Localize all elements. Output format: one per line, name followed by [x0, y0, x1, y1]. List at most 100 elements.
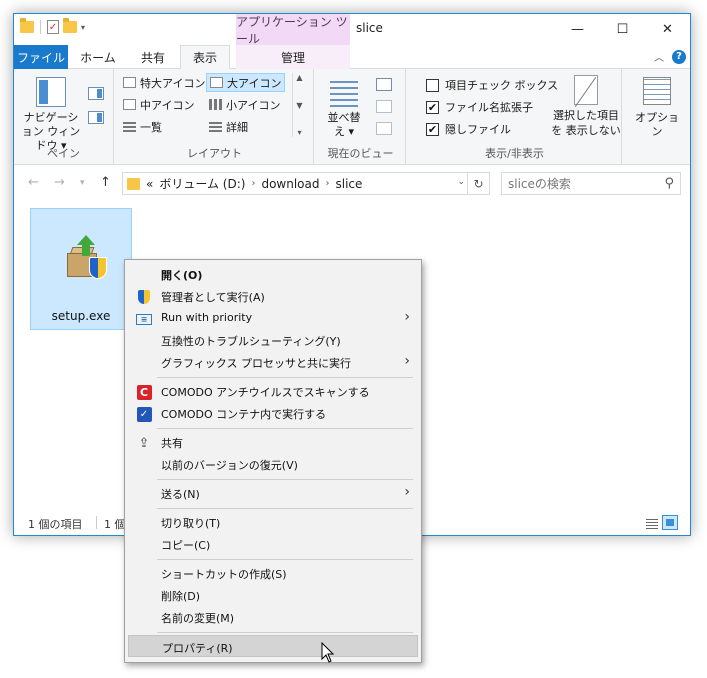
checkbox-label: 隠しファイル	[445, 123, 511, 136]
group-label-pane: ペイン	[47, 147, 80, 160]
back-arrow-icon[interactable]: ←	[28, 175, 39, 190]
tab-file[interactable]: ファイル	[14, 45, 68, 69]
size-columns-button[interactable]	[372, 119, 396, 137]
sort-label: 並べ替え ▾	[327, 111, 361, 138]
group-by-icon	[376, 77, 392, 91]
menu-separator	[157, 632, 413, 633]
minimize-button[interactable]: —	[555, 14, 600, 44]
layout-large-icons[interactable]: 大アイコン	[206, 73, 286, 92]
menu-item-run-with-priority[interactable]: ≡ Run with priority ›	[128, 307, 418, 329]
maximize-button[interactable]: ☐	[600, 14, 645, 44]
navigation-pane-icon	[36, 77, 66, 107]
hide-selected-label: 選択した項目を 表示しない	[551, 109, 621, 137]
layout-small-icons[interactable]: 小アイコン	[206, 95, 283, 114]
group-by-button[interactable]	[372, 75, 396, 93]
close-button[interactable]: ✕	[645, 14, 690, 44]
menu-item-run-as-admin[interactable]: 管理者として実行(A)	[128, 285, 418, 307]
details-pane-icon[interactable]	[88, 111, 104, 124]
menu-item-cut[interactable]: 切り取り(T)	[128, 511, 418, 533]
menu-item-create-shortcut[interactable]: ショートカットの作成(S)	[128, 562, 418, 584]
layout-item-label: 中アイコン	[140, 98, 195, 112]
checkbox-checked[interactable]: ✔	[426, 100, 439, 114]
breadcrumb-separator-icon[interactable]: ›	[325, 178, 329, 189]
address-bar[interactable]: « ボリューム (D:) › download › slice ⌄ ↻	[122, 172, 490, 195]
menu-item-properties[interactable]: プロパティ(R)	[128, 635, 418, 657]
qat-customize-icon[interactable]: ▾	[81, 23, 85, 32]
options-button[interactable]: オプション	[630, 77, 684, 139]
forward-arrow-icon[interactable]: →	[54, 175, 65, 190]
file-name: setup.exe	[51, 309, 111, 323]
address-row: ← → ▾ ↑ « ボリューム (D:) › download › slice …	[14, 169, 690, 197]
file-item-setup[interactable]: setup.exe	[30, 208, 132, 330]
context-tab-title: アプリケーション ツール	[236, 14, 350, 46]
tab-share[interactable]: 共有	[126, 45, 180, 69]
menu-item-rename[interactable]: 名前の変更(M)	[128, 606, 418, 628]
navigation-pane-button[interactable]: ナビゲーション ウィンドウ ▾	[20, 77, 82, 153]
menu-item-delete[interactable]: 削除(D)	[128, 584, 418, 606]
properties-icon[interactable]: ✓	[47, 20, 59, 34]
tab-manage[interactable]: 管理	[236, 45, 350, 69]
breadcrumb-separator-icon[interactable]: ›	[251, 178, 255, 189]
layout-extra-large-icons[interactable]: 特大アイコン	[120, 73, 208, 92]
menu-item-troubleshoot-compat[interactable]: 互換性のトラブルシューティング(Y)	[128, 329, 418, 351]
search-icon[interactable]: ⚲	[664, 176, 674, 191]
menu-item-comodo-scan[interactable]: C COMODO アンチウイルスでスキャンする	[128, 380, 418, 402]
breadcrumb-volume[interactable]: ボリューム (D:)	[159, 175, 245, 192]
gallery-more-icon[interactable]: ▾	[297, 128, 301, 137]
tab-view[interactable]: 表示	[180, 45, 230, 70]
refresh-icon[interactable]: ↻	[467, 173, 489, 194]
address-history-icon[interactable]: ⌄	[457, 177, 465, 187]
menu-item-restore-previous[interactable]: 以前のバージョンの復元(V)	[128, 453, 418, 475]
sort-by-button[interactable]: 並べ替え ▾	[324, 77, 364, 139]
menu-item-label: 切り取り(T)	[161, 517, 221, 530]
comodo-antivirus-icon: C	[136, 384, 152, 400]
menu-item-run-with-gpu[interactable]: グラフィックス プロセッサと共に実行 ›	[128, 351, 418, 373]
breadcrumb-slice[interactable]: slice	[335, 177, 362, 191]
medium-icons-icon	[123, 99, 136, 110]
gallery-up-icon[interactable]: ▲	[296, 73, 302, 82]
preview-pane-icon[interactable]	[88, 87, 104, 100]
menu-item-label: グラフィックス プロセッサと共に実行	[161, 357, 351, 370]
menu-item-label: コピー(C)	[161, 539, 211, 552]
layout-list[interactable]: 一覧	[120, 117, 165, 136]
group-show-hide: 項目チェック ボックス ✔ ファイル名拡張子 ✔ 隠しファイル 選択した項目を …	[408, 69, 622, 165]
add-columns-icon	[376, 99, 392, 113]
layout-gallery-scroll[interactable]: ▲ ▼ ▾	[292, 73, 306, 137]
gallery-down-icon[interactable]: ▼	[296, 101, 302, 110]
up-arrow-icon[interactable]: ↑	[100, 175, 111, 190]
item-checkboxes-toggle[interactable]: 項目チェック ボックス	[426, 75, 558, 95]
layout-medium-icons[interactable]: 中アイコン	[120, 95, 197, 114]
menu-item-open[interactable]: 開く(O)	[128, 263, 418, 285]
recent-locations-icon[interactable]: ▾	[80, 178, 85, 188]
ribbon: ナビゲーション ウィンドウ ▾ ペイン 特大アイコン 大アイコン 中アイコン 小…	[14, 69, 690, 165]
menu-item-label: COMODO アンチウイルスでスキャンする	[161, 386, 370, 399]
small-icons-icon	[209, 99, 222, 110]
file-extensions-toggle[interactable]: ✔ ファイル名拡張子	[426, 97, 533, 117]
tab-bar-right: ︿ ?	[654, 49, 686, 64]
help-icon[interactable]: ?	[672, 49, 686, 64]
add-columns-button[interactable]	[372, 97, 396, 115]
hide-selected-items-button[interactable]: 選択した項目を 表示しない	[550, 75, 622, 138]
breadcrumb-overflow[interactable]: «	[146, 177, 153, 191]
new-folder-icon[interactable]	[63, 18, 77, 33]
search-input[interactable]: sliceの検索 ⚲	[501, 172, 681, 195]
layout-details[interactable]: 詳細	[206, 117, 251, 136]
layout-item-label: 大アイコン	[227, 76, 282, 90]
checkbox-unchecked[interactable]	[426, 78, 439, 92]
large-icons-view-icon[interactable]	[662, 515, 678, 530]
status-item-count: 1 個の項目	[28, 518, 83, 531]
menu-item-send-to[interactable]: 送る(N) ›	[128, 482, 418, 504]
details-view-icon[interactable]	[644, 515, 660, 530]
collapse-ribbon-icon[interactable]: ︿	[654, 49, 664, 64]
menu-item-label: 共有	[161, 437, 183, 450]
checkbox-checked[interactable]: ✔	[426, 122, 439, 136]
menu-item-share[interactable]: ⇪ 共有	[128, 431, 418, 453]
breadcrumb-download[interactable]: download	[261, 177, 319, 191]
submenu-arrow-icon: ›	[404, 484, 410, 500]
menu-item-comodo-container[interactable]: ✓ COMODO コンテナ内で実行する	[128, 402, 418, 424]
menu-item-label: COMODO コンテナ内で実行する	[161, 408, 327, 421]
tab-home[interactable]: ホーム	[70, 45, 126, 69]
hidden-items-toggle[interactable]: ✔ 隠しファイル	[426, 119, 511, 139]
extra-large-icons-icon	[123, 77, 136, 88]
menu-item-copy[interactable]: コピー(C)	[128, 533, 418, 555]
